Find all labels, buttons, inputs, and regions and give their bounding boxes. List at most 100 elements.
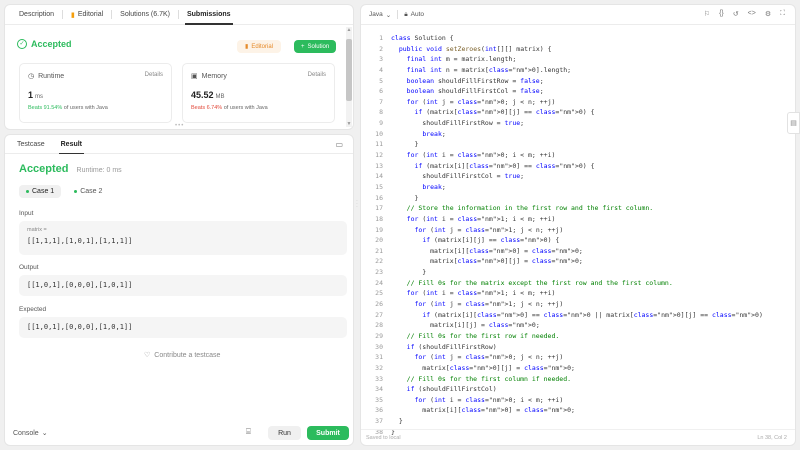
code-line[interactable]: boolean shouldFillFirstRow = false;: [391, 76, 763, 87]
tab-editorial[interactable]: ▮ Editorial: [63, 5, 111, 25]
code-line[interactable]: }: [391, 416, 763, 427]
tab-submissions[interactable]: Submissions: [179, 5, 239, 25]
runtime-card[interactable]: ◷ Runtime Details 1 ms Beats 91.54% of use…: [19, 63, 172, 123]
code-line[interactable]: matrix[i][j] = class="nm">0;: [391, 320, 763, 331]
code-line[interactable]: public void setZeroes(int[][] matrix) {: [391, 44, 763, 55]
code-line[interactable]: if (shouldFillFirstRow): [391, 342, 763, 353]
code-line[interactable]: final int n = matrix[class="nm">0].lengt…: [391, 65, 763, 76]
code-line[interactable]: }: [391, 193, 763, 204]
code-line[interactable]: // Fill 0s for the first row if needed.: [391, 331, 763, 342]
language-select[interactable]: Java ⌄: [369, 11, 391, 19]
code-line[interactable]: if (matrix[class="nm">0][j] == class="nm…: [391, 107, 763, 118]
code-line[interactable]: if (matrix[i][class="nm">0] == class="nm…: [391, 161, 763, 172]
code-icon[interactable]: <>: [748, 10, 756, 18]
book-icon: ▮: [71, 11, 75, 19]
chip-icon: ▣: [191, 73, 198, 80]
toolbar-divider: [397, 10, 399, 19]
scroll-thumb[interactable]: [346, 39, 352, 101]
code-line[interactable]: if (matrix[i][class="nm">0] == class="nm…: [391, 310, 763, 321]
code-line[interactable]: matrix[class="nm">0][j] = class="nm">0;: [391, 256, 763, 267]
testcase-panel: Testcase Result ▭ Accepted Runtime: 0 ms…: [4, 134, 354, 446]
tab-description[interactable]: Description: [11, 5, 62, 25]
runtime-title: Runtime: [38, 72, 65, 80]
output-value: [[1,0,1],[0,0,0],[1,0,1]]: [19, 275, 347, 296]
line-number: 25: [375, 289, 383, 298]
check-circle-icon: ✓: [17, 39, 27, 49]
tab-result[interactable]: Result: [53, 135, 90, 154]
editorial-button[interactable]: ▮ Editorial: [237, 40, 281, 53]
line-number: 2: [379, 44, 383, 53]
line-number: 18: [375, 214, 383, 223]
solution-button[interactable]: + Solution: [294, 40, 337, 53]
code-editor-panel: Java ⌄ 🔒︎ Auto ⚐ {} ↺ <> ⚙ ⛶ 1 2 3 4 5 6 7 8 9 10…: [360, 4, 796, 446]
code-line[interactable]: // Fill 0s for the matrix except the fir…: [391, 278, 763, 289]
code-line[interactable]: matrix[i][class="nm">0] = class="nm">0;: [391, 246, 763, 257]
console-toggle[interactable]: Console ⌄: [13, 429, 48, 438]
tab-testcase[interactable]: Testcase: [9, 135, 53, 154]
scroll-up-icon[interactable]: ▲: [346, 27, 352, 33]
braces-icon[interactable]: {}: [719, 10, 724, 18]
code-line[interactable]: for (int i = class="nm">1; i < m; ++i): [391, 288, 763, 299]
fullscreen-icon[interactable]: ⛶: [780, 10, 785, 18]
code-line[interactable]: for (int j = class="nm">0; j < n; ++j): [391, 352, 763, 363]
memory-beats: Beats 6.74% of users with Java: [191, 105, 268, 111]
contribute-testcase-link[interactable]: ♡ Contribute a testcase: [144, 351, 220, 360]
resize-handle[interactable]: •••: [175, 123, 184, 129]
code-line[interactable]: break;: [391, 182, 763, 193]
code-line[interactable]: for (int i = class="nm">1; i < m; ++i): [391, 214, 763, 225]
code-line[interactable]: boolean shouldFillFirstCol = false;: [391, 86, 763, 97]
code-line[interactable]: for (int j = class="nm">0; j < n; ++j): [391, 97, 763, 108]
line-number: 32: [375, 363, 383, 372]
code-line[interactable]: for (int i = class="nm">0; i < m; ++i): [391, 150, 763, 161]
settings-icon[interactable]: ⚙: [765, 10, 771, 18]
result-tabs: Testcase Result: [5, 135, 353, 154]
runtime-details-link[interactable]: Details: [145, 72, 163, 78]
pass-dot-icon: [26, 190, 29, 193]
code-line[interactable]: for (int j = class="nm">1; j < n; ++j): [391, 299, 763, 310]
line-number: 16: [375, 193, 383, 202]
memory-card[interactable]: ▣ Memory Details 45.52 MB Beats 6.74% of u…: [182, 63, 335, 123]
case-selector: Case 1 Case 2: [19, 185, 109, 198]
auto-mode-toggle[interactable]: 🔒︎ Auto: [404, 11, 424, 19]
memory-details-link[interactable]: Details: [308, 72, 326, 78]
line-number: 36: [375, 406, 383, 415]
reset-icon[interactable]: ↺: [733, 10, 739, 18]
line-number: 15: [375, 182, 383, 191]
side-panel-toggle-icon[interactable]: ▤: [787, 112, 800, 134]
code-line[interactable]: final int m = matrix.length;: [391, 54, 763, 65]
collapse-panel-icon[interactable]: ▭: [335, 140, 343, 149]
code-line[interactable]: matrix[class="nm">0][j] = class="nm">0;: [391, 363, 763, 374]
input-value-box: matrix = [[1,1,1],[1,0,1],[1,1,1]]: [19, 221, 347, 255]
line-number: 27: [375, 310, 383, 319]
case-2-button[interactable]: Case 2: [67, 185, 109, 198]
code-line[interactable]: shouldFillFirstCol = true;: [391, 171, 763, 182]
code-line[interactable]: matrix[i][class="nm">0] = class="nm">0;: [391, 405, 763, 416]
code-text[interactable]: class Solution { public void setZeroes(i…: [391, 33, 763, 437]
case-1-button[interactable]: Case 1: [19, 185, 62, 198]
submission-panel: Description ▮ Editorial Solutions (6.7K) …: [4, 4, 354, 130]
code-line[interactable]: class Solution {: [391, 33, 763, 44]
scroll-down-icon[interactable]: ▼: [346, 121, 352, 127]
code-line[interactable]: }: [391, 267, 763, 278]
tab-solutions[interactable]: Solutions (6.7K): [112, 5, 178, 25]
vertical-scrollbar[interactable]: ▲ ▼: [346, 27, 352, 127]
code-line[interactable]: // Fill 0s for the first column if neede…: [391, 374, 763, 385]
code-line[interactable]: for (int i = class="nm">0; i < m; ++i): [391, 395, 763, 406]
code-line[interactable]: shouldFillFirstRow = true;: [391, 118, 763, 129]
line-number: 37: [375, 417, 383, 426]
run-button[interactable]: Run: [268, 426, 301, 440]
code-area[interactable]: 1 2 3 4 5 6 7 8 9 10 11 12 13 14 15 16 17 18 19 20 21 22 23 24 2…: [361, 27, 795, 436]
line-number: 13: [375, 161, 383, 170]
code-line[interactable]: // Store the information in the first ro…: [391, 203, 763, 214]
notes-icon[interactable]: ⌸: [246, 427, 251, 437]
code-line[interactable]: break;: [391, 129, 763, 140]
code-line[interactable]: }: [391, 139, 763, 150]
submit-button[interactable]: Submit: [307, 426, 349, 440]
line-number: 19: [375, 225, 383, 234]
runtime-beats: Beats 91.54% of users with Java: [28, 105, 108, 111]
code-line[interactable]: if (matrix[i][j] == class="nm">0) {: [391, 235, 763, 246]
code-line[interactable]: if (shouldFillFirstCol): [391, 384, 763, 395]
bookmark-icon[interactable]: ⚐: [704, 10, 710, 18]
code-line[interactable]: for (int j = class="nm">1; j < n; ++j): [391, 225, 763, 236]
cursor-position: Ln 38, Col 2: [757, 435, 787, 441]
